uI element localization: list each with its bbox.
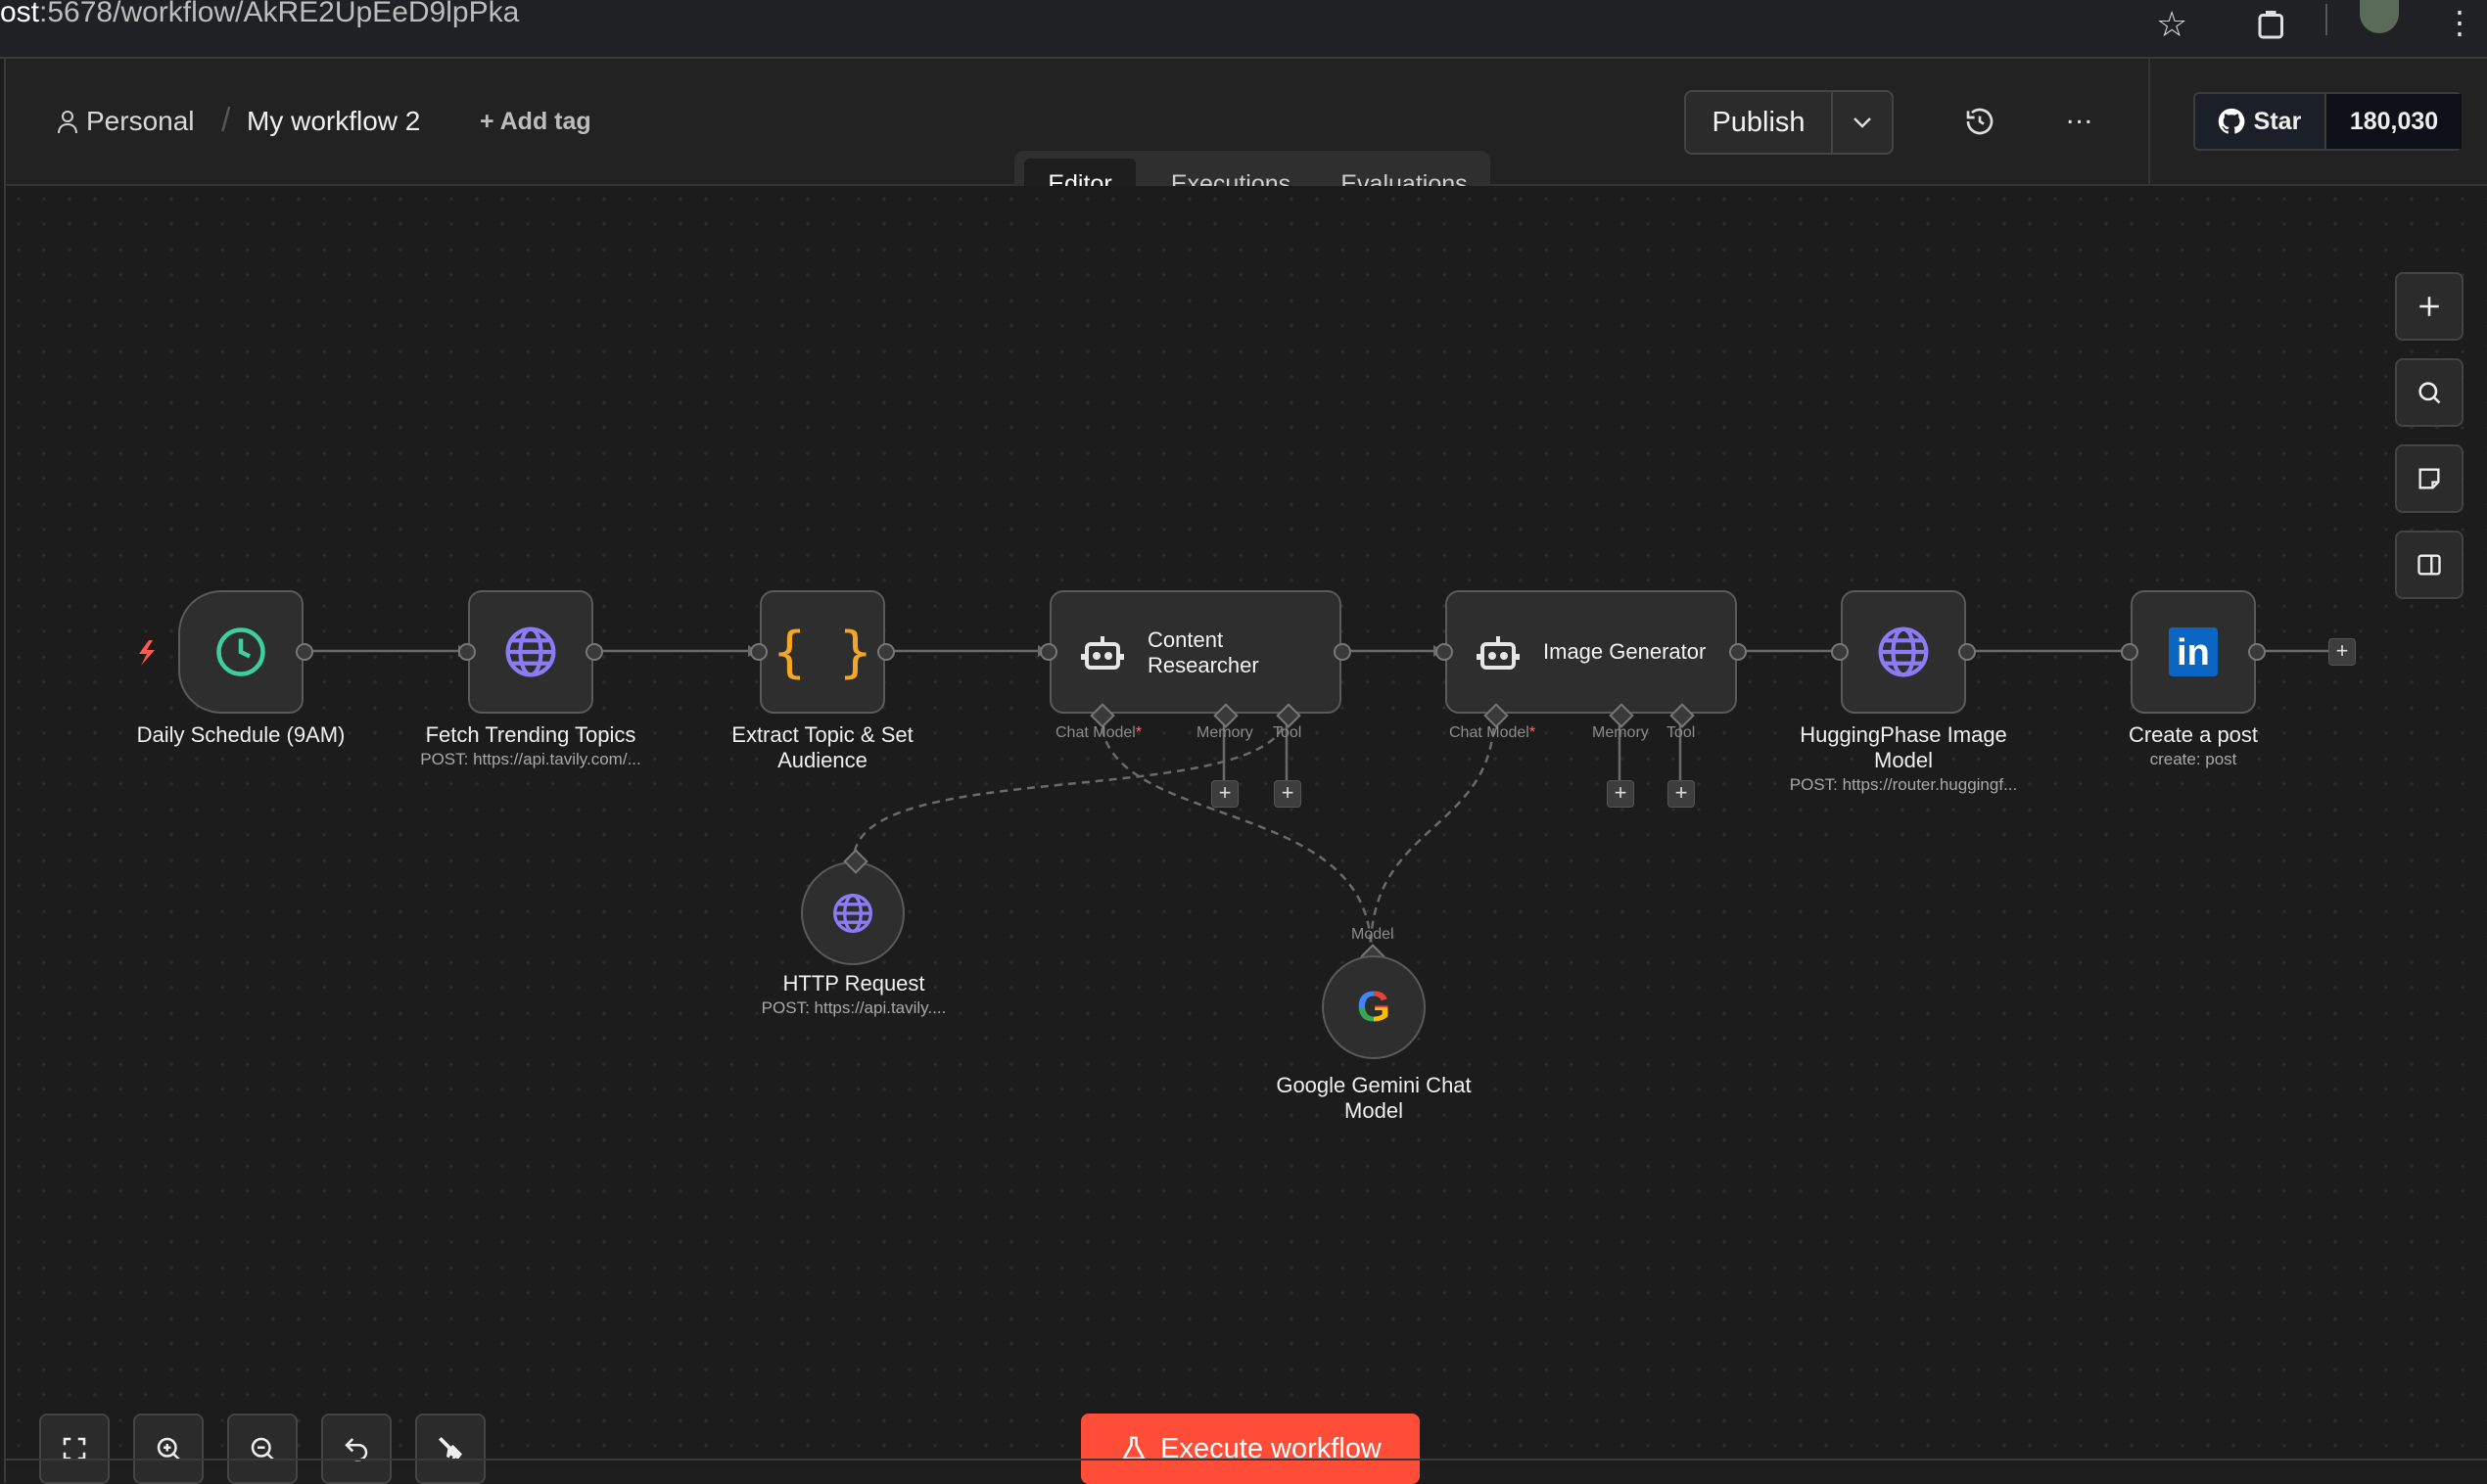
tidy-up-button[interactable] bbox=[415, 1414, 486, 1484]
input-port[interactable] bbox=[1831, 643, 1849, 661]
add-node-button[interactable] bbox=[2395, 272, 2464, 341]
sticky-note-button[interactable] bbox=[2395, 444, 2464, 513]
github-star-count: 180,030 bbox=[2324, 94, 2462, 149]
node-title: Google Gemini Chat Model bbox=[1276, 1073, 1472, 1123]
workflow-name[interactable]: My workflow 2 bbox=[247, 106, 420, 137]
node-huggingphase-image-model[interactable] bbox=[1841, 590, 1966, 714]
output-port[interactable] bbox=[877, 643, 895, 661]
trigger-bolt-icon bbox=[139, 640, 155, 666]
history-button[interactable] bbox=[1956, 98, 2003, 145]
node-daily-schedule[interactable] bbox=[178, 590, 304, 714]
plus-icon bbox=[2419, 297, 2439, 316]
node-create-post[interactable]: in bbox=[2131, 590, 2256, 714]
output-port[interactable] bbox=[2248, 643, 2266, 661]
linkedin-icon: in bbox=[2169, 627, 2218, 676]
ellipsis-icon: ... bbox=[2065, 98, 2093, 130]
port-label-chat-model: Chat Model* bbox=[1056, 724, 1143, 741]
browser-menu-icon[interactable]: ⋮ bbox=[2444, 4, 2475, 41]
input-port[interactable] bbox=[750, 643, 768, 661]
publish-button[interactable]: Publish bbox=[1686, 92, 1831, 153]
code-braces-icon: { } bbox=[773, 620, 872, 684]
publish-options-button[interactable] bbox=[1833, 92, 1892, 153]
port-label-tool: Tool bbox=[1666, 724, 1696, 741]
bookmark-star-icon[interactable]: ☆ bbox=[2156, 4, 2187, 45]
add-next-node-button[interactable]: + bbox=[2328, 638, 2356, 666]
workflow-canvas[interactable]: Daily Schedule (9AM) Fetch Trending Topi… bbox=[6, 186, 2487, 1484]
connection-lines bbox=[139, 640, 2328, 951]
node-subtitle: create: post bbox=[2149, 750, 2237, 768]
undo-button[interactable] bbox=[321, 1414, 392, 1484]
node-title: Image Generator bbox=[1543, 639, 1707, 664]
node-title: Create a post bbox=[2128, 722, 2259, 747]
fit-view-button[interactable] bbox=[39, 1414, 110, 1484]
search-icon bbox=[2418, 382, 2441, 404]
node-http-request[interactable] bbox=[801, 861, 905, 965]
node-title: HTTP Request bbox=[782, 971, 925, 996]
input-port[interactable] bbox=[458, 643, 476, 661]
clock-icon bbox=[216, 627, 265, 676]
node-fetch-trending-topics[interactable] bbox=[468, 590, 593, 714]
person-icon bbox=[58, 111, 77, 134]
node-google-gemini[interactable]: G bbox=[1322, 955, 1426, 1059]
history-icon bbox=[1966, 108, 1994, 135]
breadcrumb-separator: / bbox=[221, 102, 231, 139]
globe-icon bbox=[505, 626, 556, 677]
add-memory-button[interactable]: + bbox=[1607, 780, 1634, 808]
add-tool-button[interactable]: + bbox=[1667, 780, 1695, 808]
extensions-icon[interactable] bbox=[2254, 8, 2289, 52]
add-tool-button[interactable]: + bbox=[1274, 780, 1301, 808]
browser-toolbar: ost:5678/workflow/AkRE2UpEeD9lpPka ☆ ⋮ bbox=[0, 0, 2487, 59]
google-icon: G bbox=[1356, 983, 1391, 1031]
add-memory-button[interactable]: + bbox=[1211, 780, 1239, 808]
zoom-in-button[interactable] bbox=[133, 1414, 204, 1484]
address-bar[interactable]: ost:5678/workflow/AkRE2UpEeD9lpPka bbox=[0, 0, 519, 29]
output-port[interactable] bbox=[586, 643, 603, 661]
input-port[interactable] bbox=[2121, 643, 2138, 661]
output-port[interactable] bbox=[296, 643, 313, 661]
chevron-down-icon bbox=[1854, 117, 1871, 128]
n8n-app: Personal / My workflow 2 + Add tag Publi… bbox=[4, 59, 2487, 1484]
input-port[interactable] bbox=[1040, 643, 1057, 661]
toggle-panel-button[interactable] bbox=[2395, 531, 2464, 599]
port-label-memory: Memory bbox=[1197, 724, 1253, 741]
github-star-widget[interactable]: Star 180,030 bbox=[2193, 92, 2462, 151]
more-options-button[interactable]: ... bbox=[2056, 98, 2103, 145]
globe-icon bbox=[1878, 626, 1929, 677]
output-port[interactable] bbox=[1729, 643, 1747, 661]
node-title: Fetch Trending Topics bbox=[425, 722, 636, 747]
node-title: Content Researcher bbox=[1148, 627, 1259, 677]
sticky-note-icon bbox=[2418, 468, 2440, 489]
port-label-tool: Tool bbox=[1273, 724, 1302, 741]
node-title: Daily Schedule (9AM) bbox=[136, 722, 346, 747]
node-content-researcher[interactable]: Content Researcher bbox=[1050, 590, 1341, 714]
github-star-button[interactable]: Star bbox=[2195, 94, 2323, 149]
port-label-memory: Memory bbox=[1592, 724, 1649, 741]
panel-icon bbox=[2417, 554, 2441, 576]
github-icon bbox=[2218, 108, 2245, 134]
toolbar-divider bbox=[2325, 4, 2327, 35]
node-extract-topic[interactable]: { } bbox=[760, 590, 885, 714]
search-nodes-button[interactable] bbox=[2395, 358, 2464, 427]
node-subtitle: POST: https://api.tavily.com/... bbox=[420, 750, 641, 768]
node-subtitle: POST: https://router.huggingf... bbox=[1789, 775, 2018, 794]
node-subtitle: POST: https://api.tavily.... bbox=[761, 998, 947, 1017]
node-title: HuggingPhase Image Model bbox=[1800, 722, 2007, 772]
input-port[interactable] bbox=[1435, 643, 1453, 661]
breadcrumb-project[interactable]: Personal bbox=[86, 106, 195, 137]
globe-icon bbox=[833, 894, 872, 933]
profile-avatar[interactable] bbox=[2360, 0, 2399, 33]
node-image-generator[interactable]: Image Generator bbox=[1445, 590, 1737, 714]
execute-workflow-button[interactable]: Execute workflow bbox=[1081, 1414, 1420, 1484]
zoom-out-button[interactable] bbox=[227, 1414, 298, 1484]
port-label-model: Model bbox=[1351, 926, 1394, 943]
node-title: Extract Topic & Set Audience bbox=[731, 722, 914, 772]
output-port[interactable] bbox=[1958, 643, 1976, 661]
publish-button-group: Publish bbox=[1684, 90, 1894, 155]
robot-icon bbox=[1477, 636, 1520, 670]
robot-icon bbox=[1081, 636, 1124, 670]
output-port[interactable] bbox=[1334, 643, 1351, 661]
port-label-chat-model: Chat Model* bbox=[1449, 724, 1536, 741]
add-tag-button[interactable]: + Add tag bbox=[480, 108, 591, 136]
